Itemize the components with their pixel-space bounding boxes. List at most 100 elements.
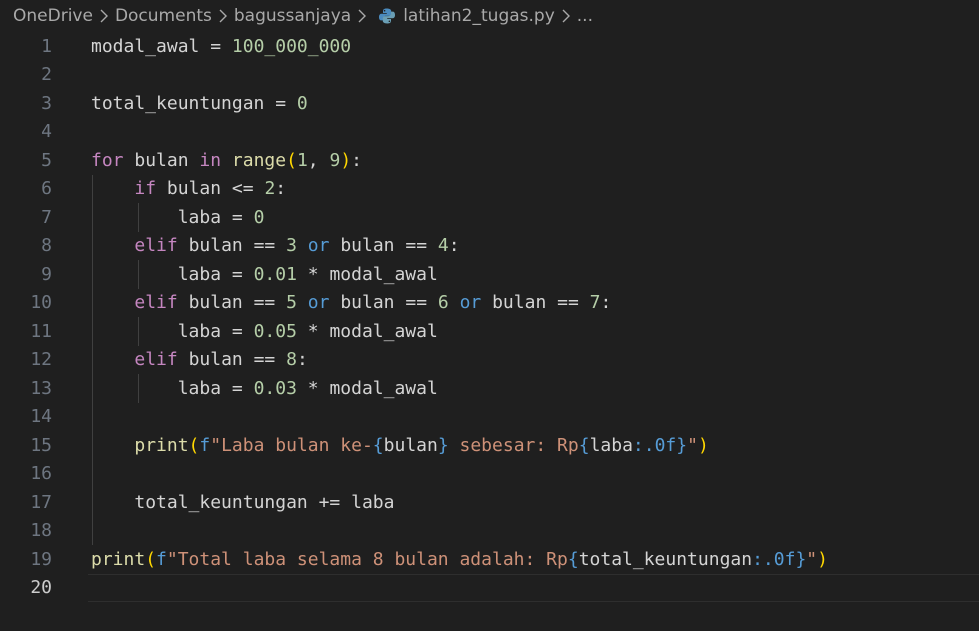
code-token: bulan xyxy=(340,235,395,257)
code-token: :.0f xyxy=(632,434,677,456)
code-text: print(f"Total laba selama 8 bulan adalah… xyxy=(91,549,828,570)
code-token: == xyxy=(394,292,438,314)
code-line[interactable]: 14 xyxy=(0,403,979,432)
code-text: print(f"Laba bulan ke-{bulan} sebesar: R… xyxy=(91,434,709,456)
code-token: ) xyxy=(697,434,709,456)
code-line[interactable]: 9 laba = 0.01 * modal_awal xyxy=(0,260,979,289)
code-token: } xyxy=(676,434,688,456)
code-line[interactable]: 16 xyxy=(0,460,979,489)
code-text: modal_awal = 100_000_000 xyxy=(91,36,351,57)
line-number: 6 xyxy=(41,178,52,200)
code-text: elif bulan == 5 or bulan == 6 or bulan =… xyxy=(91,292,611,313)
line-number: 2 xyxy=(41,64,52,86)
code-line[interactable]: 1 modal_awal = 100_000_000 xyxy=(0,32,979,61)
code-line[interactable]: 17 total_keuntungan += laba xyxy=(0,488,979,517)
code-token: or xyxy=(459,292,482,314)
line-number: 9 xyxy=(41,263,52,285)
code-token: 8 xyxy=(286,349,297,371)
code-token: { xyxy=(578,434,590,456)
code-token: * xyxy=(296,377,330,399)
code-line[interactable]: 19 print(f"Total laba selama 8 bulan adal… xyxy=(0,545,979,574)
code-token: " xyxy=(687,434,698,456)
code-line[interactable]: 6 if bulan <= 2: xyxy=(0,175,979,204)
code-token: 0.05 xyxy=(253,320,297,342)
code-token: : xyxy=(275,178,287,200)
code-token: 0 xyxy=(253,206,265,228)
code-line[interactable]: 13 laba = 0.03 * modal_awal xyxy=(0,374,979,403)
line-number: 8 xyxy=(41,235,52,257)
code-token: :.0f xyxy=(752,548,796,570)
chevron-right-icon xyxy=(214,7,232,25)
breadcrumb-item-symbols[interactable]: ... xyxy=(577,6,593,26)
code-text: for bulan in range(1, 9): xyxy=(91,150,362,171)
code-line[interactable]: 3 total_keuntungan = 0 xyxy=(0,89,979,118)
code-line[interactable]: 10 elif bulan == 5 or bulan == 6 or bula… xyxy=(0,289,979,318)
breadcrumb-item-folder[interactable]: bagussanjaya xyxy=(234,6,351,26)
code-token: , xyxy=(307,149,330,171)
code-text: if bulan <= 2: xyxy=(91,178,286,199)
breadcrumb-item-documents[interactable]: Documents xyxy=(115,6,212,26)
indent-guide xyxy=(138,374,139,403)
code-line[interactable]: 5 for bulan in range(1, 9): xyxy=(0,146,979,175)
code-line[interactable]: 2 xyxy=(0,61,979,90)
line-number: 7 xyxy=(41,206,52,228)
code-token: bulan xyxy=(492,292,547,314)
code-token: = xyxy=(264,92,297,114)
code-token: ( xyxy=(188,434,200,456)
code-token: 6 xyxy=(437,292,449,314)
code-line[interactable]: 8 elif bulan == 3 or bulan == 4: xyxy=(0,232,979,261)
code-line[interactable]: 4 xyxy=(0,118,979,147)
code-line[interactable]: 7 laba = 0 xyxy=(0,203,979,232)
code-text: laba = 0.05 * modal_awal xyxy=(91,321,438,342)
code-token: 1 xyxy=(296,149,308,171)
code-line[interactable]: 20 xyxy=(0,573,979,602)
line-number: 11 xyxy=(30,320,52,342)
breadcrumb-item-file[interactable]: latihan2_tugas.py xyxy=(403,6,555,26)
code-editor[interactable]: OneDrive Documents bagussanjaya latihan2… xyxy=(0,0,979,631)
code-token: * xyxy=(296,263,330,285)
python-file-icon xyxy=(377,6,397,26)
code-token: bulan xyxy=(383,434,438,456)
code-text: total_keuntungan += laba xyxy=(91,492,394,513)
code-token: : xyxy=(351,149,363,171)
code-area[interactable]: 1 modal_awal = 100_000_000 2 3 total_keuntun… xyxy=(0,32,979,602)
code-text: laba = 0 xyxy=(91,206,265,228)
code-token: 5 xyxy=(286,292,297,314)
code-token: } xyxy=(437,434,449,456)
line-number: 14 xyxy=(30,406,52,428)
code-token: bulan xyxy=(188,235,243,257)
code-token: = xyxy=(221,320,254,342)
code-line[interactable]: 18 xyxy=(0,517,979,546)
code-token: "Laba bulan ke- xyxy=(210,434,373,456)
indent-guide xyxy=(92,174,93,545)
code-token: laba xyxy=(177,206,222,228)
code-token: == xyxy=(242,292,287,314)
line-number: 13 xyxy=(30,377,52,399)
code-token: : xyxy=(296,349,308,371)
code-token: 2 xyxy=(264,178,276,200)
code-token: total_keuntungan xyxy=(134,491,308,513)
code-token: : xyxy=(600,292,612,314)
code-token: laba xyxy=(589,434,633,456)
breadcrumb-item-onedrive[interactable]: OneDrive xyxy=(13,6,93,26)
line-number: 19 xyxy=(30,548,52,570)
code-token: " xyxy=(806,548,818,570)
code-line[interactable]: 11 laba = 0.05 * modal_awal xyxy=(0,317,979,346)
chevron-right-icon xyxy=(557,7,575,25)
code-token: == xyxy=(242,349,287,371)
code-token: += xyxy=(307,491,352,513)
code-token: modal_awal xyxy=(329,377,438,399)
line-number: 18 xyxy=(30,520,52,542)
code-line[interactable]: 15 print(f"Laba bulan ke-{bulan} sebesar… xyxy=(0,431,979,460)
code-line[interactable]: 12 elif bulan == 8: xyxy=(0,346,979,375)
